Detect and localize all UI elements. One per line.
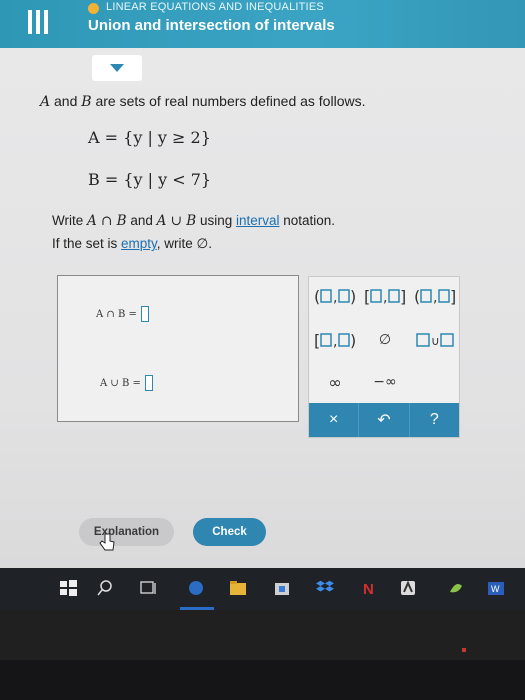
clear-button[interactable]: × [309,403,360,437]
instruction-line-1: Write A ∩ B and A ∪ B using interval not… [52,213,335,229]
indicator-light [462,648,466,652]
collapse-tab[interactable] [92,55,142,81]
dropbox-icon[interactable] [316,578,336,598]
header-bar: LINEAR EQUATIONS AND INEQUALITIES Union … [0,0,525,48]
app-icon[interactable] [398,578,418,598]
svg-text:[: [ [314,331,320,349]
svg-text:(: ( [414,287,420,305]
file-explorer-icon[interactable] [228,578,248,598]
svg-text:]: ] [450,287,456,305]
closed-closed-interval-key[interactable]: [,] [361,281,409,311]
help-button[interactable]: ? [409,403,459,437]
svg-text:∪: ∪ [431,334,440,348]
keypad-action-row: × ↶ ? [309,403,459,437]
var-b: B [81,94,92,110]
topic-label: LINEAR EQUATIONS AND INEQUALITIES [106,1,324,13]
open-closed-interval-icon: (,] [414,287,456,305]
text: are sets of real numbers defined as foll… [91,93,366,109]
math-keypad: (,) [,] (,] [,) ∅ ∪ ∞ −∞ × ↶ ? [308,276,460,438]
text: and [50,93,82,109]
photos-icon[interactable] [446,578,466,598]
check-button[interactable]: Check [193,518,266,546]
store-icon[interactable] [272,578,292,598]
word-icon[interactable]: W [486,578,506,598]
answer-box: A ∩ B = A ∪ B = [57,275,299,422]
search-icon[interactable] [96,578,116,598]
open-open-interval-key[interactable]: (,) [311,281,359,311]
instruction-line-2: If the set is empty, write ∅. [52,236,212,252]
infinity-key[interactable]: ∞ [311,367,359,397]
task-view-icon[interactable] [138,578,158,598]
text: , write ∅. [156,236,213,251]
netflix-icon[interactable]: N [358,578,378,598]
intersection-row: A ∩ B = [96,306,149,322]
negative-infinity-key[interactable]: −∞ [361,367,409,397]
hand-cursor-icon [99,533,115,551]
svg-text:,: , [333,334,337,349]
text: using [196,213,236,228]
open-open-interval-icon: (,) [314,287,356,305]
browser-icon[interactable] [186,578,206,598]
svg-text:): ) [350,331,356,349]
explanation-button[interactable]: Explanation [79,518,174,546]
below-taskbar-area [0,610,525,660]
svg-text:,: , [383,290,387,305]
union-row: A ∪ B = [100,375,153,391]
empty-link[interactable]: empty [121,236,157,251]
union-label: A ∪ B = [100,377,141,389]
open-closed-interval-key[interactable]: (,] [411,281,459,311]
menu-icon[interactable] [28,10,48,34]
undo-button[interactable]: ↶ [359,403,410,437]
svg-text:,: , [333,290,337,305]
intersection-expr: A ∩ B [87,213,127,229]
windows-start-icon[interactable] [58,578,78,598]
interval-link[interactable]: interval [236,213,280,228]
union-expr: A ∪ B [156,213,197,229]
chevron-down-icon [110,64,124,72]
problem-statement: A and B are sets of real numbers defined… [40,93,365,110]
union-input[interactable] [144,375,153,391]
screen: LINEAR EQUATIONS AND INEQUALITIES Union … [0,0,525,660]
svg-text:(: ( [314,287,320,305]
intersection-input[interactable] [140,306,149,322]
var-a: A [40,94,51,110]
text: If the set is [52,236,122,251]
empty-set-key[interactable]: ∅ [361,325,409,355]
topic-progress-dot [88,3,99,14]
intersection-label: A ∩ B = [96,308,137,320]
set-b-definition: B = {y | y < 7} [88,170,212,189]
union-key[interactable]: ∪ [411,325,459,355]
svg-text:,: , [433,290,437,305]
svg-text:]: ] [400,287,406,305]
monitor-bezel [0,660,525,700]
svg-text:N: N [363,581,374,598]
set-a-definition: A = {y | y ≥ 2} [88,128,211,147]
svg-text:): ) [350,287,356,305]
svg-text:[: [ [364,287,370,305]
closed-closed-interval-icon: [,] [364,287,406,305]
text: and [126,213,157,228]
closed-open-interval-key[interactable]: [,) [311,325,359,355]
union-template-icon: ∪ [416,333,454,348]
svg-text:W: W [491,584,500,594]
text: Write [52,213,88,228]
closed-open-interval-icon: [,) [314,331,356,349]
text: notation. [279,213,336,228]
page-title: Union and intersection of intervals [88,17,335,34]
taskbar: N W [0,568,525,610]
